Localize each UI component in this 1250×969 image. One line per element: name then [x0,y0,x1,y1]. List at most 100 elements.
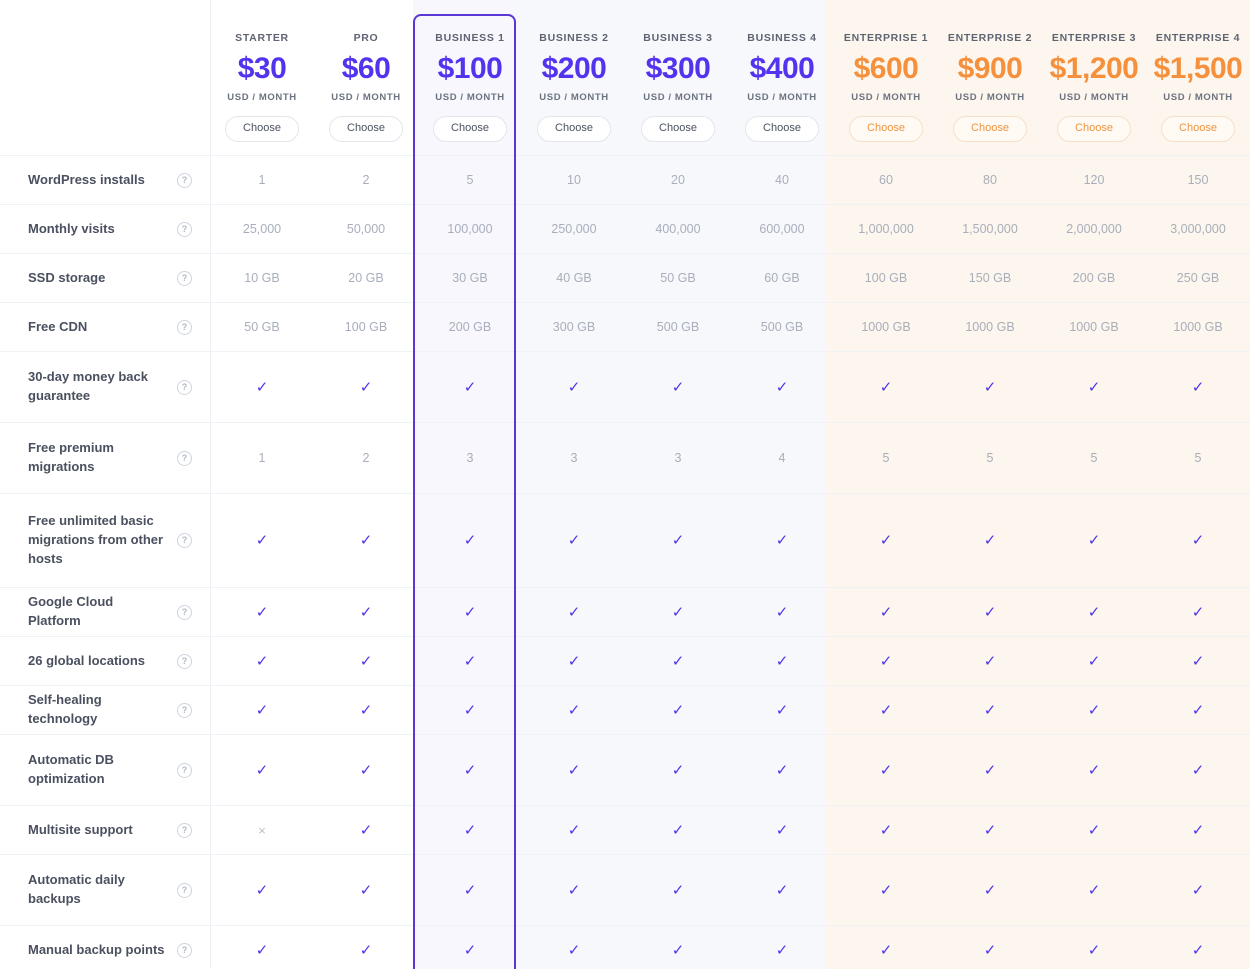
check-icon: ✓ [879,652,893,670]
check-icon: ✓ [567,378,581,396]
plan-price: $1,200 [1049,52,1139,85]
feature-value-cell: ✓ [418,493,522,587]
feature-value-cell: ✓ [314,685,418,734]
feature-value-cell: ✓ [1042,805,1146,854]
choose-button[interactable]: Choose [329,115,403,142]
help-icon[interactable]: ? [177,604,192,620]
feature-label-text: 26 global locations [28,652,146,668]
help-icon[interactable]: ? [177,221,192,237]
plan-price: $200 [541,52,607,85]
help-icon[interactable]: ? [177,762,192,778]
check-icon: ✓ [1087,821,1101,839]
check-icon: ✓ [359,652,373,670]
choose-button[interactable]: Choose [1161,115,1235,142]
value-text: 20 [671,173,685,187]
plan-header-6: BUSINESS 4 $400 USD / MONTH Choose [730,0,834,155]
feature-value-cell: ✓ [210,925,314,969]
feature-value-cell: ✓ [1042,636,1146,685]
check-icon: ✓ [671,761,685,779]
feature-label-row: Multisite support? [0,805,210,854]
plan-name: ENTERPRISE 4 [1155,32,1241,44]
help-icon[interactable]: ? [177,942,192,958]
check-icon: ✓ [1087,881,1101,899]
check-icon: ✓ [775,881,789,899]
check-icon: ✓ [255,941,269,959]
feature-value-cell: ✓ [834,854,938,925]
check-icon: ✓ [879,378,893,396]
value-text: 200 GB [1072,271,1116,285]
choose-button[interactable]: Choose [433,115,507,142]
plan-header-4: BUSINESS 2 $200 USD / MONTH Choose [522,0,626,155]
help-icon[interactable]: ? [177,822,192,838]
plan-name: ENTERPRISE 1 [843,32,929,44]
value-text: 500 GB [760,320,804,334]
check-icon: ✓ [255,532,269,549]
feature-value-cell: 100,000 [418,204,522,253]
feature-value-cell: ✓ [1042,587,1146,636]
check-icon: ✓ [255,701,269,719]
value-text: 30 GB [452,271,488,285]
feature-value-cell: ✓ [938,805,1042,854]
choose-button[interactable]: Choose [1057,115,1131,142]
help-icon[interactable]: ? [177,533,192,548]
help-icon[interactable]: ? [177,379,192,395]
choose-button[interactable]: Choose [225,115,299,142]
check-icon: ✓ [1087,603,1101,621]
check-icon: ✓ [983,378,997,396]
choose-button[interactable]: Choose [745,115,819,142]
feature-value-cell: 30 GB [418,253,522,302]
check-icon: ✓ [671,532,685,549]
value-text: 10 [567,173,581,187]
feature-label-row: SSD storage? [0,253,210,302]
feature-value-cell: ✓ [730,493,834,587]
feature-value-cell: 200 GB [418,302,522,351]
feature-value-cell: ✓ [1146,685,1250,734]
check-icon: ✓ [463,603,477,621]
check-icon: ✓ [775,821,789,839]
feature-value-cell: 5 [418,155,522,204]
help-icon[interactable]: ? [177,270,192,286]
feature-value-cell: ✓ [834,925,938,969]
check-icon: ✓ [359,821,373,839]
check-icon: ✓ [775,941,789,959]
feature-label-text: Free premium migrations [28,440,114,474]
check-icon: ✓ [1191,652,1205,670]
choose-button-wrapper: Choose [626,103,730,142]
value-text: 250,000 [551,222,597,236]
choose-button[interactable]: Choose [953,115,1027,142]
check-icon: ✓ [775,378,789,396]
help-icon[interactable]: ? [177,319,192,335]
table-grid: STARTER $30 USD / MONTH Choose PRO $60 USD / M… [0,0,1250,969]
help-icon[interactable]: ? [177,450,192,466]
check-icon: ✓ [567,603,581,621]
help-icon[interactable]: ? [177,882,192,898]
feature-value-cell: 50,000 [314,204,418,253]
plan-period: USD / MONTH [851,91,921,103]
feature-value-cell: ✓ [1146,854,1250,925]
plan-period: USD / MONTH [643,91,713,103]
feature-value-cell: ✓ [210,636,314,685]
help-icon[interactable]: ? [177,653,192,669]
check-icon: ✓ [879,821,893,839]
feature-label-row: Automatic DB optimization? [0,734,210,805]
feature-value-cell: ✓ [626,493,730,587]
check-icon: ✓ [359,881,373,899]
choose-button[interactable]: Choose [537,115,611,142]
value-text: 1,000,000 [858,222,914,236]
choose-button[interactable]: Choose [849,115,923,142]
feature-value-cell: 5 [1042,422,1146,493]
feature-value-cell: 200 GB [1042,253,1146,302]
check-icon: ✓ [671,821,685,839]
check-icon: ✓ [879,941,893,959]
help-icon[interactable]: ? [177,172,192,188]
feature-label-row: WordPress installs? [0,155,210,204]
check-icon: ✓ [255,652,269,670]
feature-label-text: Manual backup points [28,941,165,957]
help-icon[interactable]: ? [177,702,192,718]
feature-value-cell: ✓ [1146,587,1250,636]
check-icon: ✓ [1191,761,1205,779]
choose-button[interactable]: Choose [641,115,715,142]
choose-button-wrapper: Choose [314,103,418,142]
choose-button-wrapper: Choose [938,103,1042,142]
choose-button-wrapper: Choose [210,103,314,142]
